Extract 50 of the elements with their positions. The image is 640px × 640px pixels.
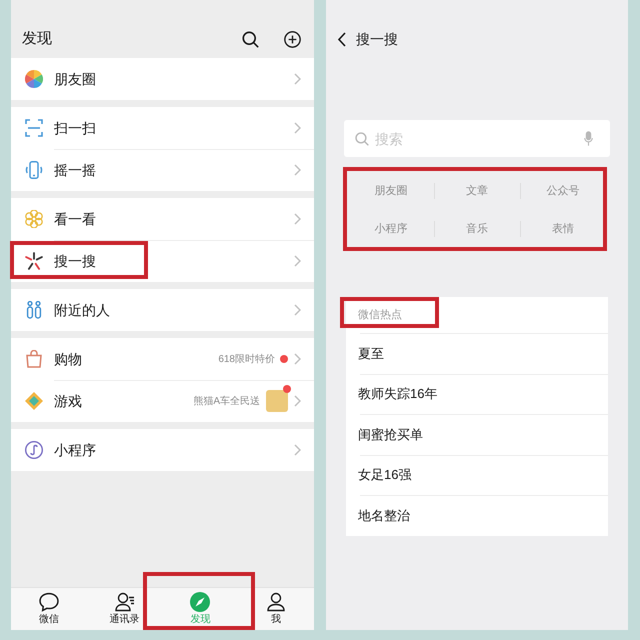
chevron-right-icon [294,213,301,225]
flower-icon [25,210,43,228]
compass-icon [190,592,210,612]
color-wheel-icon [25,70,43,88]
contacts-icon [114,592,135,612]
trending-item[interactable]: 夏至 [346,333,608,374]
tab-item[interactable]: 微信 [11,588,87,630]
phone-icon [25,161,43,179]
chevron-right-icon [294,444,301,456]
menu-item[interactable]: 搜一搜 [11,240,314,282]
menu-item[interactable]: 附近的人 [11,289,314,331]
tab-item[interactable]: 通讯录 [86,588,162,630]
bag-icon [25,350,43,368]
chevron-right-icon [294,395,301,407]
chevron-right-icon [294,164,301,176]
menu-item[interactable]: 游戏 熊猫A车全民送 [11,380,314,422]
search-icon [355,132,369,146]
tab-item[interactable]: 我 [238,588,314,630]
chevron-right-icon [294,353,301,365]
trending-item[interactable]: 教师失踪16年 [346,374,608,414]
menu-item[interactable]: 扫一扫 [11,107,314,149]
menu-item[interactable]: 看一看 [11,198,314,240]
promo-text: 618限时特价 [218,352,275,366]
chat-bubble-icon [38,592,59,612]
trending-item[interactable]: 地名整治 [346,495,608,536]
chevron-right-icon [294,304,301,316]
menu-item[interactable]: 购物 618限时特价 [11,338,314,380]
back-icon[interactable] [337,32,346,46]
microphone-icon [584,131,593,146]
chevron-right-icon [294,122,301,134]
knot-circle-icon [25,441,43,459]
chevron-right-icon [294,73,301,85]
people-icon [25,301,43,319]
trending-item[interactable]: 女足16强 [346,454,608,495]
starburst-icon [25,252,43,270]
search-icon[interactable] [242,30,259,48]
menu-item[interactable]: 摇一摇 [11,149,314,191]
search-field[interactable]: 搜索 [344,120,610,157]
menu-item[interactable]: 朋友圈 [11,58,314,100]
chevron-right-icon [294,255,301,267]
trending-item[interactable]: 闺蜜抢买单 [346,414,608,454]
promo-text: 熊猫A车全民送 [193,394,260,408]
section-title: 微信热点 [358,308,402,322]
menu-item[interactable]: 小程序 [11,429,314,471]
add-circle-icon[interactable] [284,30,301,48]
page-title: 搜一搜 [356,30,398,48]
person-icon [266,592,286,612]
page-title: 发现 [22,28,53,49]
scan-icon [25,119,43,137]
diamond-icon [25,392,43,410]
